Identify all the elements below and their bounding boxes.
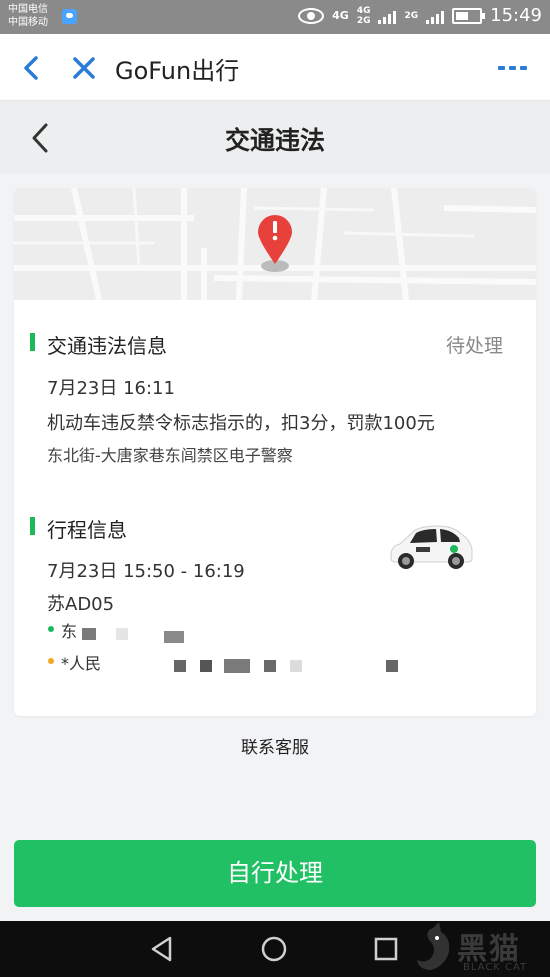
network-label-4: 2G xyxy=(404,10,419,21)
start-address: 东 xyxy=(61,622,78,641)
network-label-3: 2G xyxy=(356,15,371,26)
carrier-info: 中国电信 中国移动 xyxy=(8,3,48,29)
violation-location: 东北街-大唐家巷东闾禁区电子警察 xyxy=(47,446,293,465)
redaction xyxy=(200,660,212,672)
network-4g: 4G xyxy=(332,8,349,22)
end-address: *人民 xyxy=(61,654,102,673)
signal-2-icon xyxy=(426,8,445,24)
redaction xyxy=(116,628,128,640)
network-label-1: 4G xyxy=(332,8,349,22)
redaction xyxy=(386,660,398,672)
license-plate: 苏AD05 xyxy=(47,594,115,615)
browser-nav-bar: GoFun出行 xyxy=(0,34,550,101)
violation-time: 7月23日 16:11 xyxy=(47,378,175,399)
chevron-left-icon[interactable] xyxy=(18,54,46,82)
start-dot xyxy=(48,626,54,632)
car-image xyxy=(390,525,473,569)
network-2g: 2G xyxy=(404,11,418,21)
status-icons: 4G 4G 2G 2G 15:49 xyxy=(298,5,542,26)
redaction xyxy=(164,631,184,643)
trip-section-title: 行程信息 xyxy=(47,518,127,542)
chat-notification-icon xyxy=(62,9,77,24)
end-dot xyxy=(48,658,54,664)
back-triangle-icon[interactable] xyxy=(148,935,176,963)
clock: 15:49 xyxy=(490,5,542,26)
carrier-1: 中国电信 xyxy=(8,4,48,15)
violation-description: 机动车违反禁令标志指示的，扣3分，罚款100元 xyxy=(47,413,435,434)
redaction xyxy=(264,660,276,672)
self-handle-button[interactable]: 自行处理 xyxy=(14,840,536,907)
page-title: 交通违法 xyxy=(224,126,325,155)
redaction xyxy=(290,660,302,672)
carrier-2: 中国移动 xyxy=(8,17,48,28)
more-icon[interactable] xyxy=(498,64,528,72)
close-icon[interactable] xyxy=(70,54,98,82)
signal-1-icon xyxy=(378,8,397,24)
app-title: GoFun出行 xyxy=(115,57,240,85)
watermark: 黑猫 BLACK CAT xyxy=(405,920,540,977)
status-badge: 待处理 xyxy=(445,335,503,357)
contact-support-link[interactable]: 联系客服 xyxy=(0,733,550,758)
redaction xyxy=(224,659,250,673)
location-map[interactable] xyxy=(14,188,536,300)
status-bar: 中国电信 中国移动 4G 4G 2G 2G 15:49 xyxy=(0,0,550,34)
violation-card: 交通违法信息 待处理 7月23日 16:11 机动车违反禁令标志指示的，扣3分，… xyxy=(14,188,536,716)
redaction xyxy=(82,628,96,640)
section-marker xyxy=(30,333,35,351)
eye-comfort-icon xyxy=(298,7,325,24)
violation-section-title: 交通违法信息 xyxy=(47,334,167,358)
trip-time-range: 7月23日 15:50 - 16:19 xyxy=(47,561,245,582)
watermark-subtext: BLACK CAT xyxy=(463,962,528,973)
page-header: 交通违法 xyxy=(0,101,550,173)
redaction xyxy=(174,660,186,672)
recents-square-icon[interactable] xyxy=(372,935,400,963)
home-circle-icon[interactable] xyxy=(260,935,288,963)
section-marker xyxy=(30,517,35,535)
battery-icon xyxy=(452,7,486,24)
network-4g-2g: 4G 2G xyxy=(357,6,371,26)
network-label-2: 4G xyxy=(356,5,371,16)
